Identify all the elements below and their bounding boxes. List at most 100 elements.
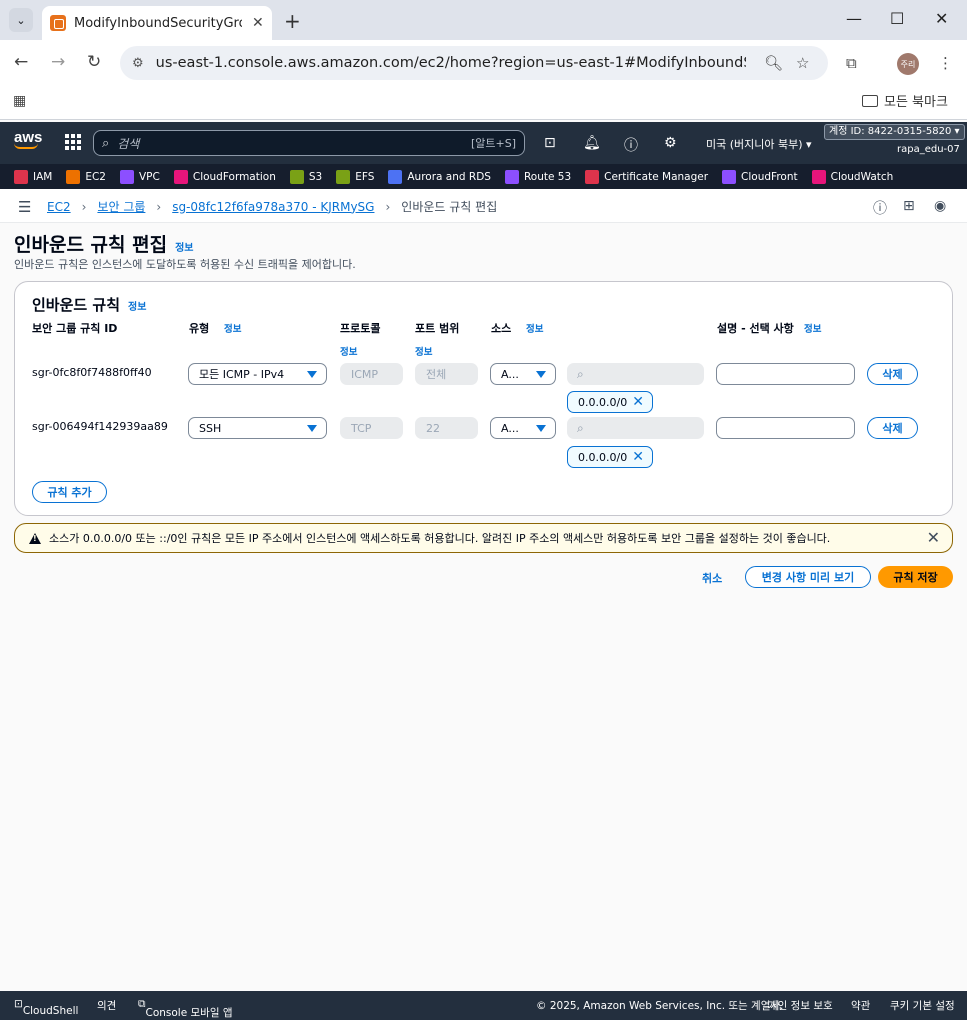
favorite-certificate-manager[interactable]: Certificate Manager	[585, 169, 708, 184]
terms-link[interactable]: 약관	[851, 998, 870, 1013]
col-source: 소스	[491, 322, 512, 335]
address-bar[interactable]: ⚙ us-east-1.console.aws.amazon.com/ec2/h…	[120, 46, 828, 80]
col-source-info[interactable]: 정보	[526, 321, 543, 335]
reload-button[interactable]: ↻	[87, 52, 101, 72]
feedback-link[interactable]: 의견	[97, 998, 116, 1013]
favorite-route-53[interactable]: Route 53	[504, 169, 571, 184]
dismiss-alert-icon[interactable]: ✕	[927, 528, 940, 547]
new-tab-button[interactable]: +	[284, 9, 301, 33]
source-type-select[interactable]: A...	[490, 363, 556, 385]
source-type-select[interactable]: A...	[490, 417, 556, 439]
col-protocol-info[interactable]: 정보	[340, 344, 357, 358]
favorite-label: CloudFront	[741, 170, 798, 183]
tab-close-icon[interactable]: ✕	[252, 15, 264, 31]
cancel-button[interactable]: 취소	[702, 570, 722, 586]
region-selector[interactable]: 미국 (버지니아 북부) ▾	[706, 136, 812, 152]
window-close-button[interactable]: ✕	[935, 9, 948, 28]
favorite-label: CloudWatch	[830, 170, 894, 183]
services-menu-icon[interactable]	[65, 134, 81, 150]
rule-type-select[interactable]: 모든 ICMP - IPv4	[188, 363, 327, 385]
remove-token-icon[interactable]: ✕	[632, 449, 644, 465]
account-id-badge[interactable]: 계정 ID: 8422-0315-5820 ▾	[824, 124, 965, 140]
col-type-info[interactable]: 정보	[224, 321, 241, 335]
favorite-efs[interactable]: EFS	[336, 169, 374, 184]
chevron-right-icon: ›	[385, 199, 391, 214]
page-description: 인바운드 규칙은 인스턴스에 도달하도록 허용된 수신 트래픽을 제어합니다.	[14, 258, 356, 271]
save-rules-button[interactable]: 규칙 저장	[878, 566, 953, 588]
rule-type-value: SSH	[199, 421, 222, 435]
extensions-icon[interactable]: ⧉	[846, 54, 857, 72]
mobile-app-link[interactable]: ⧉ Console 모바일 앱	[138, 998, 233, 1019]
search-shortcut: [알트+S]	[470, 137, 516, 150]
protocol-field: ICMP	[340, 363, 403, 385]
service-icon	[120, 169, 134, 184]
panel-info-link[interactable]: 정보	[128, 298, 146, 313]
notifications-bell-icon[interactable]: 🔔︎	[583, 135, 601, 151]
delete-rule-button[interactable]: 삭제	[867, 363, 918, 385]
page-info-link[interactable]: 정보	[175, 239, 193, 254]
aws-top-nav: aws ⌕ 검색 [알트+S] ⊡ 🔔︎ ⓘ ⚙ 미국 (버지니아 북부) ▾ …	[0, 122, 967, 164]
browser-menu-icon[interactable]: ⋮	[938, 54, 953, 72]
favorite-s3[interactable]: S3	[289, 169, 322, 184]
tab-search-button[interactable]: ⌄	[9, 8, 33, 32]
aws-logo[interactable]: aws	[14, 130, 42, 149]
inbound-rules-panel: 인바운드 규칙 정보 보안 그룹 규칙 ID 유형 정보 프로토콜 정보 포트 …	[14, 281, 953, 516]
notifications-icon[interactable]: ◉	[934, 198, 946, 214]
favorite-iam[interactable]: IAM	[14, 169, 52, 184]
maximize-button[interactable]: ☐	[890, 9, 904, 28]
cloudshell-icon[interactable]: ⊡	[544, 135, 556, 151]
favorite-cloudwatch[interactable]: CloudWatch	[811, 169, 894, 184]
breadcrumb-ec2[interactable]: EC2	[47, 200, 71, 214]
source-cidr-search[interactable]: ⌕	[567, 417, 704, 439]
aws-search-input[interactable]: ⌕ 검색 [알트+S]	[93, 130, 525, 156]
col-protocol: 프로토콜	[340, 322, 381, 335]
minimize-button[interactable]: —	[846, 9, 862, 28]
bookmark-star-icon[interactable]: ☆	[796, 54, 809, 72]
add-rule-button[interactable]: 규칙 추가	[32, 481, 107, 503]
col-port-info[interactable]: 정보	[415, 344, 432, 358]
protocol-field: TCP	[340, 417, 403, 439]
favorite-cloudfront[interactable]: CloudFront	[722, 169, 798, 184]
rule-description-input[interactable]	[716, 363, 855, 385]
cloudshell-link[interactable]: ⊡ CloudShell	[14, 998, 78, 1017]
favorite-label: Aurora and RDS	[407, 170, 491, 183]
favorite-cloudformation[interactable]: CloudFormation	[173, 169, 276, 184]
info-panel-icon[interactable]: ⓘ	[873, 198, 887, 218]
back-button[interactable]: ←	[14, 52, 28, 72]
favorite-ec2[interactable]: EC2	[66, 169, 106, 184]
breadcrumb-security-groups[interactable]: 보안 그룹	[97, 198, 145, 215]
settings-gear-icon[interactable]: ⚙	[664, 135, 677, 151]
cookie-preferences-link[interactable]: 쿠키 기본 설정	[890, 998, 955, 1013]
col-description-info[interactable]: 정보	[804, 321, 821, 335]
rule-description-input[interactable]	[716, 417, 855, 439]
all-bookmarks-folder[interactable]: 모든 북마크	[862, 91, 948, 110]
col-type: 유형	[189, 322, 210, 335]
tutorial-icon[interactable]: ⊞	[903, 198, 915, 214]
remove-token-icon[interactable]: ✕	[632, 394, 644, 410]
side-nav-toggle-icon[interactable]: ☰	[18, 198, 31, 216]
account-user[interactable]: rapa_edu-07	[897, 144, 960, 155]
service-icon	[173, 169, 188, 184]
breadcrumb-security-group[interactable]: sg-08fc12f6fa978a370 - KJRMySG	[172, 200, 374, 214]
favorite-aurora-and-rds[interactable]: Aurora and RDS	[388, 169, 491, 184]
folder-icon	[862, 94, 878, 107]
browser-tab-bar: ⌄ ModifyInboundSecurityGroupR ✕ + — ☐ ✕	[0, 0, 967, 40]
zoom-icon[interactable]: 🔍︎	[764, 54, 783, 72]
rule-type-select[interactable]: SSH	[188, 417, 327, 439]
delete-rule-button[interactable]: 삭제	[867, 417, 918, 439]
apps-grid-icon[interactable]: ▦	[13, 93, 26, 109]
preview-changes-button[interactable]: 변경 사항 미리 보기	[745, 566, 871, 588]
cidr-token-value: 0.0.0.0/0	[578, 450, 628, 464]
service-icon	[585, 169, 600, 184]
source-cidr-search[interactable]: ⌕	[567, 363, 704, 385]
forward-button[interactable]: →	[51, 52, 65, 72]
profile-avatar[interactable]: 주리	[897, 53, 919, 75]
favorite-vpc[interactable]: VPC	[120, 169, 160, 184]
privacy-link[interactable]: 개인 정보 보호	[768, 998, 833, 1013]
browser-tab[interactable]: ModifyInboundSecurityGroupR ✕	[42, 6, 272, 40]
favorite-label: EC2	[85, 170, 106, 183]
site-settings-icon[interactable]: ⚙	[132, 56, 144, 71]
help-icon[interactable]: ⓘ	[624, 135, 638, 155]
caret-down-icon	[536, 425, 546, 432]
favorite-label: CloudFormation	[192, 170, 276, 183]
